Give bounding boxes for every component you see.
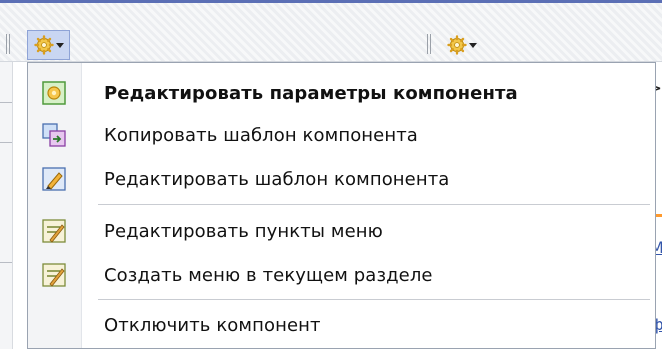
menu-item-label: Создать меню в текущем разделе [104,264,433,286]
copy-template-icon [42,123,66,147]
rail-tick [0,142,12,143]
menu-item-label: Копировать шаблон компонента [104,124,418,146]
component-context-menu: Редактировать параметры компонента Копир… [27,62,656,349]
menu-item-edit-menu-items[interactable]: Редактировать пункты меню [28,209,655,253]
component-actions-button-2[interactable] [440,30,483,60]
menu-item-edit-params[interactable]: Редактировать параметры компонента [28,71,655,115]
gear-icon [33,35,54,55]
menu-item-edit-template[interactable]: Редактировать шаблон компонента [28,157,655,201]
menu-item-label: Редактировать параметры компонента [104,82,518,104]
menu-item-create-menu[interactable]: Создать меню в текущем разделе [28,253,655,297]
gear-icon [446,35,467,55]
rail-tick [0,102,12,103]
page-left-rail [0,62,13,349]
menu-separator [98,204,650,205]
menu-item-disable-component[interactable]: Отключить компонент [28,303,655,347]
toolbar-grip[interactable] [6,34,11,54]
menu-item-copy-template[interactable]: Копировать шаблон компонента [28,113,655,157]
rail-tick [0,262,12,263]
menu-item-label: Редактировать шаблон компонента [104,168,450,190]
menu-item-label: Отключить компонент [104,314,321,336]
component-settings-icon [42,81,66,105]
chevron-down-icon [55,42,64,48]
component-actions-button[interactable] [27,30,70,60]
menu-item-label: Редактировать пункты меню [104,220,383,242]
edit-template-icon [42,167,66,191]
edit-menu-items-icon [42,219,66,243]
toolbar-grip-2[interactable] [427,34,432,54]
menu-separator [98,299,650,300]
component-toolbar [0,3,662,62]
chevron-down-icon [468,42,477,48]
create-menu-icon [42,263,66,287]
